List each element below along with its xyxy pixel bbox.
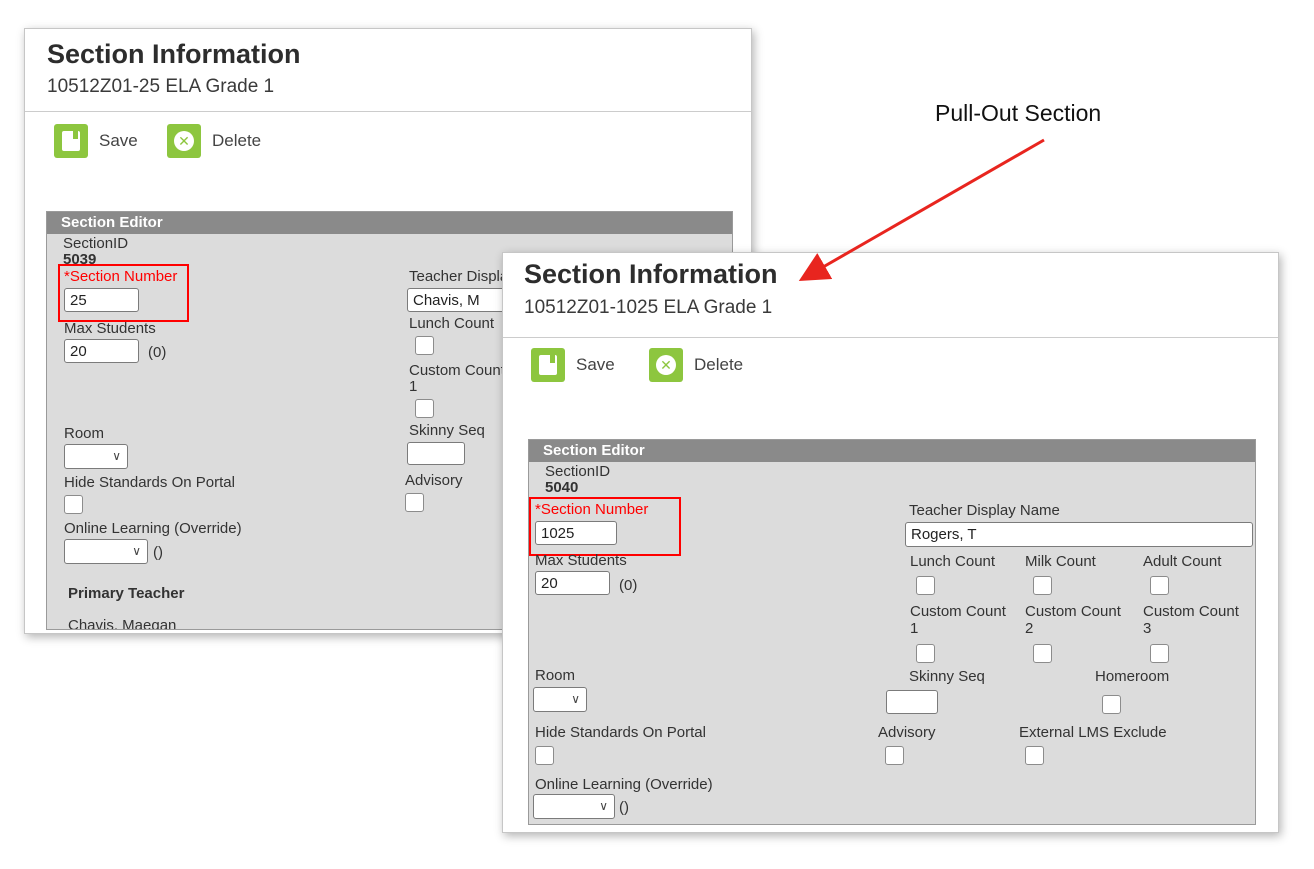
room-label: Room	[535, 667, 576, 684]
online-learning-note: ()	[153, 544, 163, 561]
delete-button[interactable]: Delete	[649, 348, 743, 382]
custom-count-3-checkbox[interactable]	[1150, 644, 1169, 663]
section-id-label: SectionID	[545, 463, 611, 480]
lunch-count-checkbox[interactable]	[415, 336, 434, 355]
save-icon	[54, 124, 88, 158]
lunch-count-label: Lunch Count	[409, 315, 495, 332]
save-button[interactable]: Save	[54, 124, 138, 158]
milk-count-checkbox[interactable]	[1033, 576, 1052, 595]
custom-count-2-checkbox[interactable]	[1033, 644, 1052, 663]
adult-count-checkbox[interactable]	[1150, 576, 1169, 595]
milk-count-label: Milk Count	[1025, 553, 1096, 570]
online-learning-note: ()	[619, 799, 629, 816]
external-lms-checkbox[interactable]	[1025, 746, 1044, 765]
section-id-label: SectionID	[63, 235, 129, 252]
save-button[interactable]: Save	[531, 348, 615, 382]
online-learning-label: Online Learning (Override)	[535, 776, 713, 793]
homeroom-label: Homeroom	[1095, 668, 1170, 685]
chevron-down-icon: ∨	[599, 799, 608, 813]
section-editor-front: Section Editor SectionID 5040 *Section N…	[528, 439, 1256, 825]
pull-out-section-callout: Pull-Out Section	[935, 100, 1102, 126]
primary-teacher-value: Chavis, Maegan	[68, 617, 177, 630]
hide-standards-label: Hide Standards On Portal	[535, 724, 706, 741]
advisory-label: Advisory	[405, 472, 463, 489]
section-number-input[interactable]	[64, 288, 139, 312]
custom-count-2-number: 2	[1025, 620, 1034, 637]
save-icon	[531, 348, 565, 382]
max-students-note: (0)	[619, 577, 638, 594]
skinny-seq-input[interactable]	[407, 442, 465, 465]
max-students-label: Max Students	[64, 320, 156, 337]
section-number-input[interactable]	[535, 521, 617, 545]
teacher-display-label: Teacher Display Name	[909, 502, 1060, 519]
floppy-disk-icon	[539, 355, 557, 375]
circle-x-icon	[174, 131, 194, 151]
advisory-label: Advisory	[878, 724, 936, 741]
divider	[25, 111, 751, 112]
custom-count-label: Custom Count	[409, 362, 505, 379]
external-lms-label: External LMS Exclude	[1019, 724, 1167, 741]
floppy-disk-icon	[62, 131, 80, 151]
custom-count-number: 1	[409, 378, 418, 395]
circle-x-icon	[656, 355, 676, 375]
room-select[interactable]: ∨	[533, 687, 587, 712]
max-students-note: (0)	[148, 344, 167, 361]
delete-button-label: Delete	[694, 355, 744, 374]
page-subtitle: 10512Z01-25 ELA Grade 1	[47, 76, 275, 97]
lunch-count-label: Lunch Count	[910, 553, 996, 570]
window-front: Section Information 10512Z01-1025 ELA Gr…	[502, 252, 1279, 833]
adult-count-label: Adult Count	[1143, 553, 1222, 570]
delete-icon	[167, 124, 201, 158]
online-learning-select[interactable]: ∨	[64, 539, 148, 564]
primary-teacher-label: Primary Teacher	[68, 585, 185, 602]
custom-count-1-checkbox[interactable]	[916, 644, 935, 663]
page-title: Section Information	[524, 259, 778, 289]
advisory-checkbox[interactable]	[885, 746, 904, 765]
hide-standards-checkbox[interactable]	[64, 495, 83, 514]
custom-count-checkbox[interactable]	[415, 399, 434, 418]
page: Section Information 10512Z01-25 ELA Grad…	[0, 0, 1314, 869]
skinny-seq-label: Skinny Seq	[909, 668, 985, 685]
teacher-display-input[interactable]	[905, 522, 1253, 547]
red-arrow	[798, 138, 1045, 281]
page-subtitle: 10512Z01-1025 ELA Grade 1	[524, 297, 773, 318]
max-students-input[interactable]	[535, 571, 610, 595]
room-select[interactable]: ∨	[64, 444, 128, 469]
section-editor-header: Section Editor	[47, 212, 732, 234]
hide-standards-checkbox[interactable]	[535, 746, 554, 765]
skinny-seq-input[interactable]	[886, 690, 938, 714]
custom-count-3-number: 3	[1143, 620, 1152, 637]
custom-count-3-label: Custom Count	[1143, 603, 1239, 620]
chevron-down-icon: ∨	[112, 449, 121, 463]
advisory-checkbox[interactable]	[405, 493, 424, 512]
delete-icon	[649, 348, 683, 382]
hide-standards-label: Hide Standards On Portal	[64, 474, 235, 491]
room-label: Room	[64, 425, 105, 442]
max-students-label: Max Students	[535, 552, 627, 569]
max-students-input[interactable]	[64, 339, 139, 363]
lunch-count-checkbox[interactable]	[916, 576, 935, 595]
custom-count-1-label: Custom Count	[910, 603, 1006, 620]
delete-button-label: Delete	[212, 131, 262, 150]
save-button-label: Save	[576, 355, 615, 374]
homeroom-checkbox[interactable]	[1102, 695, 1121, 714]
page-title: Section Information	[47, 39, 301, 69]
section-id-value: 5039	[63, 251, 97, 268]
divider	[503, 337, 1278, 338]
online-learning-select[interactable]: ∨	[533, 794, 615, 819]
section-number-label: *Section Number	[535, 501, 649, 518]
custom-count-2-label: Custom Count	[1025, 603, 1121, 620]
chevron-down-icon: ∨	[571, 692, 580, 706]
online-learning-label: Online Learning (Override)	[64, 520, 242, 537]
section-editor-header: Section Editor	[529, 440, 1255, 462]
chevron-down-icon: ∨	[132, 544, 141, 558]
delete-button[interactable]: Delete	[167, 124, 261, 158]
save-button-label: Save	[99, 131, 138, 150]
section-number-label: *Section Number	[64, 268, 178, 285]
skinny-seq-label: Skinny Seq	[409, 422, 485, 439]
section-id-value: 5040	[545, 479, 579, 496]
custom-count-1-number: 1	[910, 620, 919, 637]
